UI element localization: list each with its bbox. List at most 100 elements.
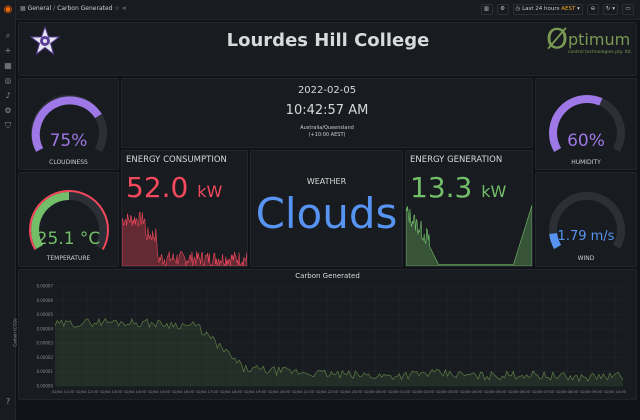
configuration-icon[interactable]: ⚙ — [2, 105, 14, 117]
time-range-picker[interactable]: ◷ Last 24 hours AEST ▾ — [512, 4, 583, 15]
alerting-icon[interactable]: ♪ — [2, 90, 14, 102]
energy-consumption-value: 52.0 kW — [126, 171, 222, 204]
optimum-logo-initial: Ø — [546, 22, 569, 55]
y-tick-label: 0.00007 — [36, 284, 53, 289]
x-tick-label: 02/04 19:00 — [244, 390, 267, 394]
y-tick-label: 0.00003 — [36, 341, 53, 346]
carbon-chart-ylabel: Carbon tCO2e — [12, 318, 18, 347]
wind-value: 1.79 m/s — [557, 229, 615, 244]
star-icon[interactable]: ☆ — [114, 5, 119, 12]
optimum-logo-tagline: control technologies pty. ltd. — [568, 50, 632, 55]
current-time: 10:42:57 AM — [285, 103, 369, 118]
x-tick-label: 02/05 09:00 — [580, 390, 603, 394]
wind-panel: 1.79 m/s WIND — [535, 172, 637, 267]
datetime-panel: 2022-02-05 10:42:57 AM Australia/Queensl… — [121, 78, 533, 148]
x-tick-label: 02/05 10:00 — [604, 390, 627, 394]
energy-consumption-sparkline — [122, 211, 247, 266]
refresh-button[interactable]: ↻ ▾ — [602, 4, 618, 15]
x-tick-label: 02/04 23:00 — [340, 390, 363, 394]
energy-generation-sparkline — [406, 205, 532, 266]
breadcrumb-dashboard[interactable]: Carbon Generated — [57, 5, 112, 12]
settings-button[interactable]: ⚙ — [496, 4, 509, 15]
temperature-panel: 25.1 °C TEMPERATURE — [18, 172, 119, 267]
energy-consumption-unit: kW — [197, 182, 223, 201]
x-tick-label: 02/05 05:00 — [484, 390, 507, 394]
x-tick-label: 02/05 03:00 — [436, 390, 459, 394]
y-tick-label: 0.00004 — [36, 326, 53, 331]
shield-icon[interactable]: ⛉ — [2, 120, 14, 132]
create-icon[interactable]: + — [2, 45, 14, 57]
optimum-logo-word: ptimum — [568, 30, 631, 49]
energy-generation-value: 13.3 kW — [410, 171, 506, 204]
y-tick-label: 0.00001 — [36, 369, 53, 374]
humidity-value: 60% — [567, 131, 605, 151]
y-tick-label: 0.00006 — [36, 298, 53, 303]
temperature-gauge — [29, 190, 109, 250]
carbon-chart-plot: 0.00000 0.00001 0.00002 0.00003 0.00004 0.000… — [36, 284, 627, 395]
y-tick-label: 0.00005 — [36, 312, 53, 317]
temperature-label: TEMPERATURE — [46, 255, 91, 262]
x-tick-label: 02/04 20:00 — [268, 390, 291, 394]
breadcrumb: ▦ General / Carbon Generated ☆ ⋖ — [20, 5, 127, 12]
x-tick-label: 02/04 11:00 — [52, 390, 75, 394]
energy-consumption-title: ENERGY CONSUMPTION — [126, 155, 227, 165]
current-date: 2022-02-05 — [297, 85, 357, 96]
energy-generation-title: ENERGY GENERATION — [410, 155, 503, 165]
timezone-name: Australia/Queensland — [300, 125, 354, 131]
x-tick-label: 02/05 06:00 — [508, 390, 531, 394]
timezone-offset: (+10:00 AEST) — [308, 132, 346, 138]
breadcrumb-folder[interactable]: General — [28, 5, 52, 12]
x-tick-label: 02/04 16:00 — [172, 390, 195, 394]
x-tick-label: 02/04 22:00 — [316, 390, 339, 394]
humidity-gauge — [549, 94, 625, 153]
grafana-logo-icon[interactable]: ◉ — [2, 4, 14, 16]
college-crest-logo — [30, 26, 60, 56]
x-tick-label: 02/05 08:00 — [556, 390, 579, 394]
weather-value: Clouds — [255, 189, 398, 238]
x-tick-label: 02/05 01:00 — [388, 390, 411, 394]
cloudiness-label: CLOUDINESS — [49, 159, 88, 166]
cloudiness-gauge — [31, 94, 107, 153]
dashboards-grid-icon: ▦ — [20, 5, 26, 12]
tv-mode-button[interactable]: ▭ — [622, 4, 634, 15]
help-icon[interactable]: ? — [2, 396, 14, 408]
energy-generation-number: 13.3 — [410, 171, 473, 204]
weather-panel: WEATHER Clouds — [250, 150, 403, 267]
temperature-value: 25.1 °C — [36, 229, 101, 249]
x-tick-label: 02/05 02:00 — [412, 390, 435, 394]
y-tick-label: 0.00000 — [36, 384, 53, 389]
x-tick-label: 02/04 17:00 — [196, 390, 219, 394]
x-tick-label: 02/04 13:00 — [100, 390, 123, 394]
energy-generation-unit: kW — [481, 182, 507, 201]
wind-label: WIND — [577, 255, 595, 262]
side-menu: ◉ ⌕ + ▦ ◎ ♪ ⚙ ⛉ ? — [0, 0, 16, 420]
wind-gauge — [549, 191, 625, 250]
dashboards-icon[interactable]: ▦ — [2, 60, 14, 72]
x-tick-label: 02/04 15:00 — [148, 390, 171, 394]
share-icon[interactable]: ⋖ — [122, 5, 127, 12]
chevron-down-icon: ▾ — [577, 6, 580, 12]
x-tick-label: 02/04 18:00 — [220, 390, 243, 394]
x-tick-label: 02/04 14:00 — [124, 390, 147, 394]
y-tick-label: 0.00002 — [36, 355, 53, 360]
carbon-generated-panel: Carbon Generated Carbon tCO2e 0.00000 0.0… — [13, 269, 637, 400]
weather-title: WEATHER — [306, 177, 347, 186]
search-icon[interactable]: ⌕ — [2, 30, 14, 42]
cloudiness-value: 75% — [49, 131, 88, 151]
top-navbar: ▦ General / Carbon Generated ☆ ⋖ ▥ ⚙ ◷ L… — [16, 0, 640, 20]
breadcrumb-separator: / — [53, 5, 56, 12]
x-tick-label: 02/05 00:00 — [364, 390, 387, 394]
explore-icon[interactable]: ◎ — [2, 75, 14, 87]
page-title: Lourdes Hill College — [226, 30, 430, 51]
x-tick-label: 02/04 12:00 — [76, 390, 99, 394]
energy-consumption-number: 52.0 — [126, 171, 189, 204]
humidity-label: HUMIDITY — [571, 159, 601, 166]
energy-generation-panel: ENERGY GENERATION 13.3 kW — [405, 150, 533, 267]
cloudiness-panel: 75% CLOUDINESS — [18, 78, 119, 170]
timezone-label: AEST — [561, 6, 576, 12]
zoom-out-button[interactable]: ⊖ — [586, 4, 599, 15]
humidity-panel: 60% HUMIDITY — [535, 78, 637, 170]
add-panel-button[interactable]: ▥ — [480, 4, 493, 15]
time-range-label: Last 24 hours — [522, 6, 560, 12]
clock-icon: ◷ — [515, 6, 521, 12]
